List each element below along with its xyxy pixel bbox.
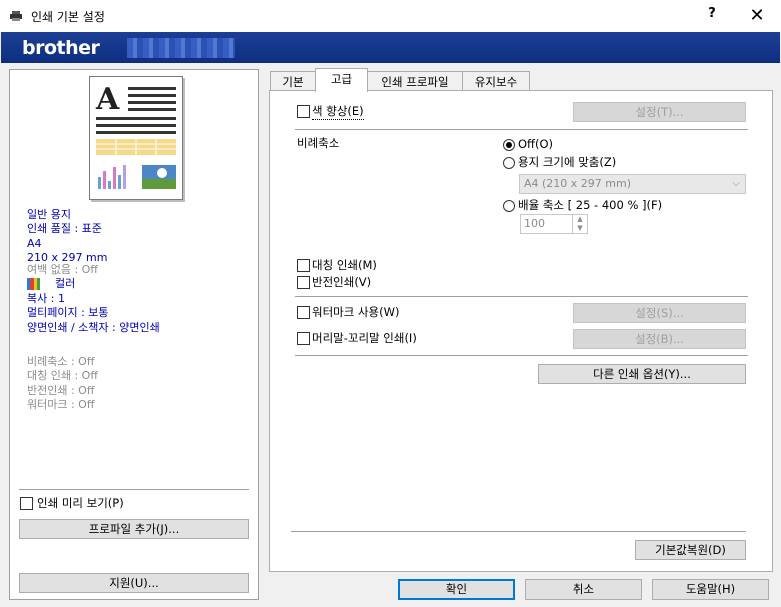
watermark-checkbox[interactable] <box>297 306 310 319</box>
summary-line: 반전인쇄 : Off <box>27 383 95 397</box>
title-bar <box>0 0 781 32</box>
divider <box>295 296 748 297</box>
summary-borderless: 여백 없음 : Off <box>27 263 98 276</box>
page-preview-image: A <box>89 76 183 200</box>
color-icon <box>27 278 40 290</box>
paper-size-select[interactable]: A4 (210 x 297 mm) ⌵ <box>519 174 746 194</box>
scaling-off-label: Off(O) <box>518 137 553 151</box>
document-preview-icon: A <box>95 82 176 189</box>
tab-maintenance[interactable]: 유지보수 <box>462 71 530 92</box>
summary-copies-block: 복사 : 1 멀티페이지 : 보통 양면인쇄 / 소책자 : 양면인쇄 <box>27 292 160 335</box>
chevron-down-icon: ⌵ <box>732 178 740 189</box>
printer-icon <box>10 11 22 21</box>
summary-line: 인쇄 품질 : 표준 <box>27 222 102 236</box>
free-scale-radio[interactable] <box>503 200 515 212</box>
mirror-print-checkbox[interactable] <box>297 259 310 272</box>
scaling-off-radio[interactable] <box>503 139 515 151</box>
header-footer-settings-button[interactable]: 설정(B)... <box>573 329 746 349</box>
summary-line: 일반 용지 <box>27 208 71 221</box>
scale-percent-value: 100 <box>524 217 545 230</box>
restore-default-button[interactable]: 기본값복원(D) <box>635 540 746 560</box>
banner-decoration <box>127 38 235 58</box>
support-button[interactable]: 지원(U)... <box>19 573 249 593</box>
help-icon[interactable]: ? <box>704 6 720 26</box>
print-preview-label: 인쇄 미리 보기(P) <box>37 496 124 510</box>
divider <box>295 355 748 356</box>
color-enhance-settings-button[interactable]: 설정(T)... <box>573 102 746 122</box>
tab-print-profile[interactable]: 인쇄 프로파일 <box>367 71 463 92</box>
help-button[interactable]: 도움말(H) <box>652 579 769 600</box>
svg-text:A: A <box>95 82 120 117</box>
tab-advanced[interactable]: 고급 <box>315 68 368 92</box>
summary-line: 비례축소 : Off <box>27 355 95 368</box>
header-footer-label: 머리말-꼬리말 인쇄(I) <box>312 331 417 345</box>
other-print-options-button[interactable]: 다른 인쇄 옵션(Y)... <box>538 364 746 384</box>
divider <box>291 531 746 532</box>
brand-banner <box>1 32 780 63</box>
ok-button[interactable]: 확인 <box>398 579 515 600</box>
reverse-print-label: 반전인쇄(V) <box>312 275 372 289</box>
scaling-label: 비례축소 <box>297 136 340 150</box>
spin-arrows-icon[interactable]: ▲ ▼ <box>572 215 587 233</box>
summary-line: 워터마크 : Off <box>27 397 95 411</box>
header-footer-checkbox[interactable] <box>297 332 310 345</box>
summary-line: 대칭 인쇄 : Off <box>27 369 98 383</box>
paper-size-value: A4 (210 x 297 mm) <box>524 177 632 190</box>
summary-color: 컬러 <box>55 277 76 290</box>
divider <box>295 129 748 130</box>
cancel-button[interactable]: 취소 <box>525 579 642 600</box>
summary-advanced-block: 비례축소 : Off 대칭 인쇄 : Off 반전인쇄 : Off 워터마크 :… <box>27 355 98 412</box>
fit-to-paper-label: 용지 크기에 맞춤(Z) <box>518 155 617 169</box>
watermark-label: 워터마크 사용(W) <box>312 305 400 319</box>
color-enhance-checkbox[interactable] <box>297 105 310 118</box>
close-button[interactable]: ✕ <box>738 4 776 28</box>
mirror-print-label: 대칭 인쇄(M) <box>312 258 377 272</box>
color-enhance-label: 색 향상(E) <box>312 104 364 120</box>
watermark-settings-button[interactable]: 설정(S)... <box>573 303 746 323</box>
reverse-print-checkbox[interactable] <box>297 276 310 289</box>
divider <box>19 489 249 490</box>
fit-to-paper-radio[interactable] <box>503 157 515 169</box>
summary-line: 멀티페이지 : 보통 <box>27 306 109 320</box>
scale-percent-stepper[interactable]: 100 ▲ ▼ <box>520 214 588 234</box>
tab-basic[interactable]: 기본 <box>270 71 316 92</box>
summary-line: 양면인쇄 / 소책자 : 양면인쇄 <box>27 320 160 334</box>
summary-line: A4 <box>27 236 42 250</box>
summary-paper-block: 일반 용지 인쇄 품질 : 표준 A4 210 x 297 mm <box>27 208 107 265</box>
add-profile-button[interactable]: 프로파일 추가(J)... <box>19 519 249 539</box>
print-preview-checkbox[interactable] <box>20 497 33 510</box>
free-scale-label: 배율 축소 [ 25 - 400 % ](F) <box>518 198 663 212</box>
brand-logo: brother <box>22 37 100 59</box>
window-title: 인쇄 기본 설정 <box>31 10 105 24</box>
summary-line: 복사 : 1 <box>27 292 65 305</box>
